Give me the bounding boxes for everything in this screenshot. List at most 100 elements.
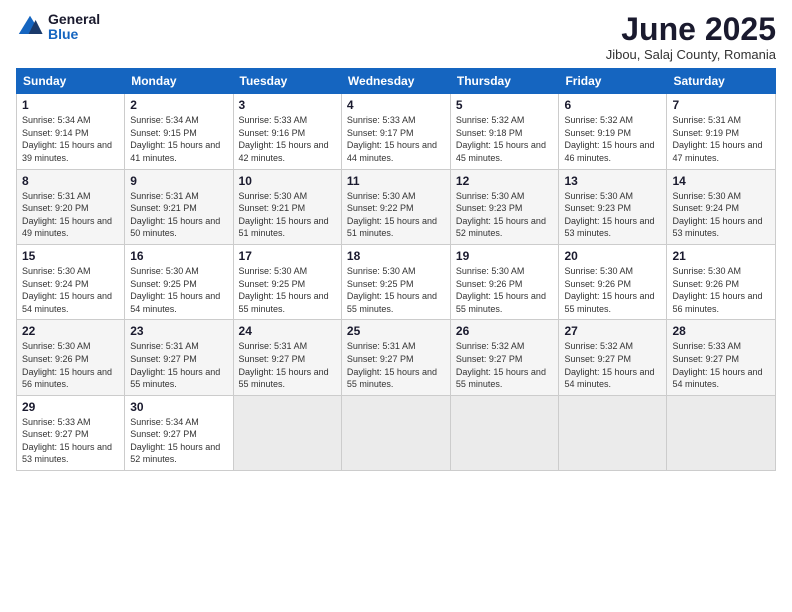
table-cell: 25 Sunrise: 5:31 AMSunset: 9:27 PMDaylig… xyxy=(341,320,450,395)
day-number: 3 xyxy=(239,98,336,112)
logo-text: General Blue xyxy=(48,12,100,43)
table-cell: 13 Sunrise: 5:30 AMSunset: 9:23 PMDaylig… xyxy=(559,169,667,244)
table-cell: 27 Sunrise: 5:32 AMSunset: 9:27 PMDaylig… xyxy=(559,320,667,395)
day-info: Sunrise: 5:33 AMSunset: 9:16 PMDaylight:… xyxy=(239,114,336,164)
header-wednesday: Wednesday xyxy=(341,69,450,94)
day-number: 27 xyxy=(564,324,661,338)
day-info: Sunrise: 5:30 AMSunset: 9:23 PMDaylight:… xyxy=(456,190,554,240)
table-cell: 18 Sunrise: 5:30 AMSunset: 9:25 PMDaylig… xyxy=(341,244,450,319)
table-cell: 9 Sunrise: 5:31 AMSunset: 9:21 PMDayligh… xyxy=(125,169,233,244)
table-cell: 28 Sunrise: 5:33 AMSunset: 9:27 PMDaylig… xyxy=(667,320,776,395)
day-number: 28 xyxy=(672,324,770,338)
day-info: Sunrise: 5:30 AMSunset: 9:21 PMDaylight:… xyxy=(239,190,336,240)
table-cell: 14 Sunrise: 5:30 AMSunset: 9:24 PMDaylig… xyxy=(667,169,776,244)
day-number: 14 xyxy=(672,174,770,188)
calendar-table: Sunday Monday Tuesday Wednesday Thursday… xyxy=(16,68,776,471)
table-cell: 29 Sunrise: 5:33 AMSunset: 9:27 PMDaylig… xyxy=(17,395,125,470)
day-number: 25 xyxy=(347,324,445,338)
table-cell: 2 Sunrise: 5:34 AMSunset: 9:15 PMDayligh… xyxy=(125,94,233,169)
day-info: Sunrise: 5:30 AMSunset: 9:26 PMDaylight:… xyxy=(672,265,770,315)
table-cell: 15 Sunrise: 5:30 AMSunset: 9:24 PMDaylig… xyxy=(17,244,125,319)
day-number: 24 xyxy=(239,324,336,338)
day-info: Sunrise: 5:31 AMSunset: 9:21 PMDaylight:… xyxy=(130,190,227,240)
logo-area: General Blue xyxy=(16,12,100,43)
table-cell: 16 Sunrise: 5:30 AMSunset: 9:25 PMDaylig… xyxy=(125,244,233,319)
empty-cell xyxy=(450,395,559,470)
day-number: 21 xyxy=(672,249,770,263)
month-title: June 2025 xyxy=(606,12,776,47)
day-number: 18 xyxy=(347,249,445,263)
title-area: June 2025 Jibou, Salaj County, Romania xyxy=(606,12,776,62)
table-row: 8 Sunrise: 5:31 AMSunset: 9:20 PMDayligh… xyxy=(17,169,776,244)
table-row: 1 Sunrise: 5:34 AMSunset: 9:14 PMDayligh… xyxy=(17,94,776,169)
logo-general: General xyxy=(48,12,100,27)
table-cell: 26 Sunrise: 5:32 AMSunset: 9:27 PMDaylig… xyxy=(450,320,559,395)
table-row: 15 Sunrise: 5:30 AMSunset: 9:24 PMDaylig… xyxy=(17,244,776,319)
day-info: Sunrise: 5:32 AMSunset: 9:18 PMDaylight:… xyxy=(456,114,554,164)
day-number: 9 xyxy=(130,174,227,188)
empty-cell xyxy=(667,395,776,470)
table-cell: 24 Sunrise: 5:31 AMSunset: 9:27 PMDaylig… xyxy=(233,320,341,395)
day-info: Sunrise: 5:30 AMSunset: 9:25 PMDaylight:… xyxy=(239,265,336,315)
table-cell: 5 Sunrise: 5:32 AMSunset: 9:18 PMDayligh… xyxy=(450,94,559,169)
day-info: Sunrise: 5:33 AMSunset: 9:27 PMDaylight:… xyxy=(22,416,119,466)
table-cell: 17 Sunrise: 5:30 AMSunset: 9:25 PMDaylig… xyxy=(233,244,341,319)
header-sunday: Sunday xyxy=(17,69,125,94)
day-info: Sunrise: 5:34 AMSunset: 9:27 PMDaylight:… xyxy=(130,416,227,466)
empty-cell xyxy=(559,395,667,470)
day-number: 16 xyxy=(130,249,227,263)
day-number: 26 xyxy=(456,324,554,338)
day-number: 6 xyxy=(564,98,661,112)
day-info: Sunrise: 5:30 AMSunset: 9:26 PMDaylight:… xyxy=(22,340,119,390)
header: General Blue June 2025 Jibou, Salaj Coun… xyxy=(16,12,776,62)
day-number: 8 xyxy=(22,174,119,188)
day-number: 4 xyxy=(347,98,445,112)
day-number: 22 xyxy=(22,324,119,338)
table-cell: 3 Sunrise: 5:33 AMSunset: 9:16 PMDayligh… xyxy=(233,94,341,169)
table-cell: 22 Sunrise: 5:30 AMSunset: 9:26 PMDaylig… xyxy=(17,320,125,395)
day-info: Sunrise: 5:31 AMSunset: 9:27 PMDaylight:… xyxy=(347,340,445,390)
table-cell: 4 Sunrise: 5:33 AMSunset: 9:17 PMDayligh… xyxy=(341,94,450,169)
day-info: Sunrise: 5:30 AMSunset: 9:26 PMDaylight:… xyxy=(564,265,661,315)
day-number: 2 xyxy=(130,98,227,112)
day-info: Sunrise: 5:31 AMSunset: 9:19 PMDaylight:… xyxy=(672,114,770,164)
day-number: 7 xyxy=(672,98,770,112)
table-cell: 20 Sunrise: 5:30 AMSunset: 9:26 PMDaylig… xyxy=(559,244,667,319)
day-number: 5 xyxy=(456,98,554,112)
day-info: Sunrise: 5:30 AMSunset: 9:22 PMDaylight:… xyxy=(347,190,445,240)
table-cell: 23 Sunrise: 5:31 AMSunset: 9:27 PMDaylig… xyxy=(125,320,233,395)
header-thursday: Thursday xyxy=(450,69,559,94)
location-subtitle: Jibou, Salaj County, Romania xyxy=(606,47,776,62)
day-info: Sunrise: 5:31 AMSunset: 9:27 PMDaylight:… xyxy=(130,340,227,390)
table-cell: 6 Sunrise: 5:32 AMSunset: 9:19 PMDayligh… xyxy=(559,94,667,169)
table-cell: 8 Sunrise: 5:31 AMSunset: 9:20 PMDayligh… xyxy=(17,169,125,244)
header-monday: Monday xyxy=(125,69,233,94)
day-number: 15 xyxy=(22,249,119,263)
day-number: 20 xyxy=(564,249,661,263)
day-info: Sunrise: 5:30 AMSunset: 9:25 PMDaylight:… xyxy=(130,265,227,315)
calendar-header-row: Sunday Monday Tuesday Wednesday Thursday… xyxy=(17,69,776,94)
table-row: 29 Sunrise: 5:33 AMSunset: 9:27 PMDaylig… xyxy=(17,395,776,470)
table-cell: 30 Sunrise: 5:34 AMSunset: 9:27 PMDaylig… xyxy=(125,395,233,470)
day-info: Sunrise: 5:30 AMSunset: 9:24 PMDaylight:… xyxy=(22,265,119,315)
table-cell: 10 Sunrise: 5:30 AMSunset: 9:21 PMDaylig… xyxy=(233,169,341,244)
table-cell: 19 Sunrise: 5:30 AMSunset: 9:26 PMDaylig… xyxy=(450,244,559,319)
day-info: Sunrise: 5:31 AMSunset: 9:27 PMDaylight:… xyxy=(239,340,336,390)
logo-icon xyxy=(16,13,44,41)
page: General Blue June 2025 Jibou, Salaj Coun… xyxy=(0,0,792,612)
table-cell: 12 Sunrise: 5:30 AMSunset: 9:23 PMDaylig… xyxy=(450,169,559,244)
header-saturday: Saturday xyxy=(667,69,776,94)
table-cell: 7 Sunrise: 5:31 AMSunset: 9:19 PMDayligh… xyxy=(667,94,776,169)
table-row: 22 Sunrise: 5:30 AMSunset: 9:26 PMDaylig… xyxy=(17,320,776,395)
day-info: Sunrise: 5:32 AMSunset: 9:27 PMDaylight:… xyxy=(564,340,661,390)
day-info: Sunrise: 5:30 AMSunset: 9:25 PMDaylight:… xyxy=(347,265,445,315)
logo-blue: Blue xyxy=(48,27,100,42)
day-number: 29 xyxy=(22,400,119,414)
day-info: Sunrise: 5:30 AMSunset: 9:26 PMDaylight:… xyxy=(456,265,554,315)
day-number: 13 xyxy=(564,174,661,188)
day-number: 17 xyxy=(239,249,336,263)
empty-cell xyxy=(341,395,450,470)
table-cell: 1 Sunrise: 5:34 AMSunset: 9:14 PMDayligh… xyxy=(17,94,125,169)
day-info: Sunrise: 5:33 AMSunset: 9:17 PMDaylight:… xyxy=(347,114,445,164)
day-info: Sunrise: 5:34 AMSunset: 9:14 PMDaylight:… xyxy=(22,114,119,164)
